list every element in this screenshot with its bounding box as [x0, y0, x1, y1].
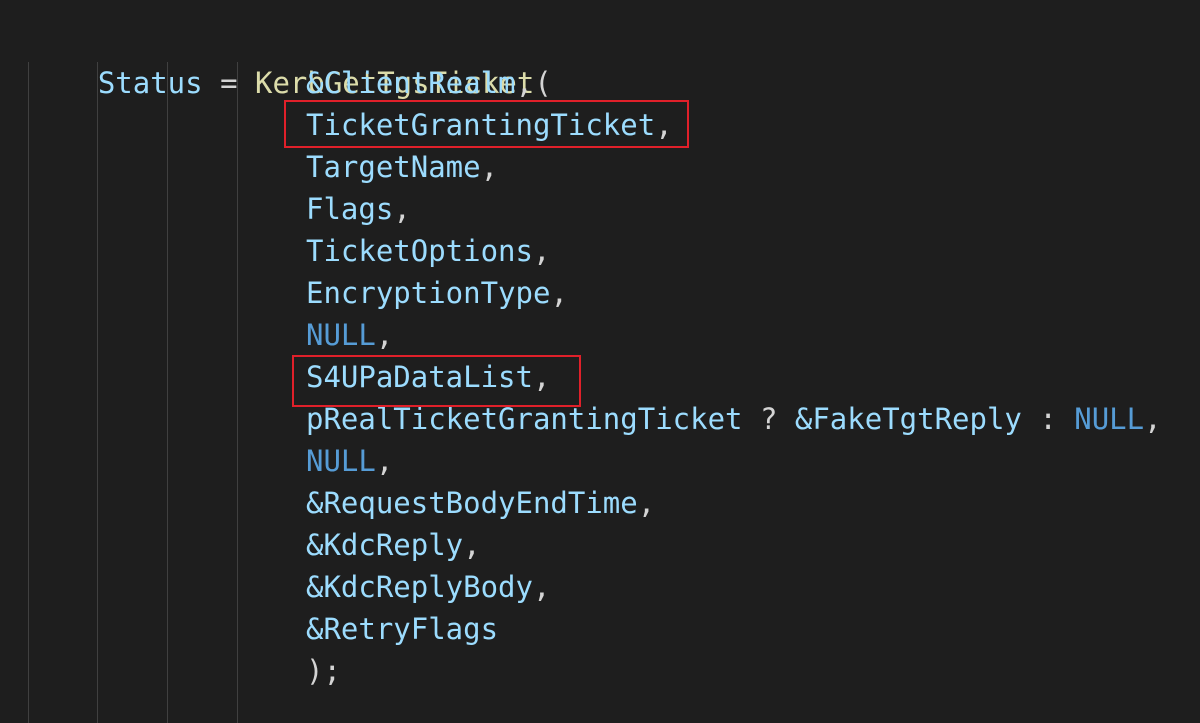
code-line-arg: &RetryFlags	[306, 608, 498, 650]
closing-paren: );	[306, 654, 341, 688]
comma: ,	[637, 486, 656, 520]
arg-name: &FakeTgtReply	[794, 402, 1022, 436]
arg-name: TargetName	[306, 150, 481, 184]
comma: ,	[532, 234, 551, 268]
arg-name: EncryptionType	[306, 276, 551, 310]
indent-guide	[167, 62, 168, 723]
code-line-arg: EncryptionType,	[306, 272, 568, 314]
comma: ,	[480, 150, 499, 184]
open-paren: (	[534, 66, 552, 100]
comma: ,	[375, 444, 394, 478]
code-line-arg: TargetName,	[306, 146, 498, 188]
arg-name: Flags	[306, 192, 394, 226]
code-editor[interactable]: Status = KerbGetTgsTicket( &ClientRealm,…	[0, 0, 1200, 723]
highlight-box-s4u-pa-data-list	[292, 355, 581, 407]
code-line-arg: Flags,	[306, 188, 411, 230]
code-line-arg: NULL,	[306, 440, 393, 482]
arg-name: &KdcReplyBody	[306, 570, 533, 604]
null-keyword: NULL	[306, 318, 376, 352]
comma: ,	[463, 528, 481, 562]
comma: ,	[375, 318, 394, 352]
indent-guide	[28, 62, 29, 723]
null-keyword: NULL	[306, 444, 376, 478]
highlight-box-ticket-granting-ticket	[284, 100, 689, 148]
status-variable: Status	[97, 66, 203, 100]
code-line-arg: &RequestBodyEndTime,	[306, 482, 655, 524]
arg-name: pRealTicketGrantingTicket	[306, 402, 743, 436]
ternary-colon: :	[1021, 402, 1075, 436]
comma: ,	[1144, 402, 1162, 436]
indent-guide	[237, 62, 238, 723]
arg-name: &KdcReply	[306, 528, 464, 562]
code-line-arg: &KdcReply,	[306, 524, 481, 566]
code-line-arg: TicketOptions,	[306, 230, 550, 272]
null-keyword: NULL	[1074, 402, 1145, 436]
arg-name: &RequestBodyEndTime	[306, 486, 638, 520]
arg-name: &ClientRealm	[306, 66, 516, 100]
indent-guide	[97, 62, 98, 723]
ternary-question: ?	[742, 402, 795, 436]
arg-name: TicketOptions	[306, 234, 533, 268]
code-line-arg: &ClientRealm,	[306, 62, 533, 104]
code-line-closing: );	[306, 650, 341, 692]
comma: ,	[532, 570, 551, 604]
comma: ,	[515, 66, 533, 100]
code-line-call: Status = KerbGetTgsTicket(	[28, 20, 552, 100]
arg-name: &RetryFlags	[306, 612, 499, 646]
code-line-arg: &KdcReplyBody,	[306, 566, 550, 608]
comma: ,	[550, 276, 568, 310]
code-line-arg: NULL,	[306, 314, 393, 356]
comma: ,	[393, 192, 411, 226]
assignment-operator: =	[202, 66, 255, 100]
